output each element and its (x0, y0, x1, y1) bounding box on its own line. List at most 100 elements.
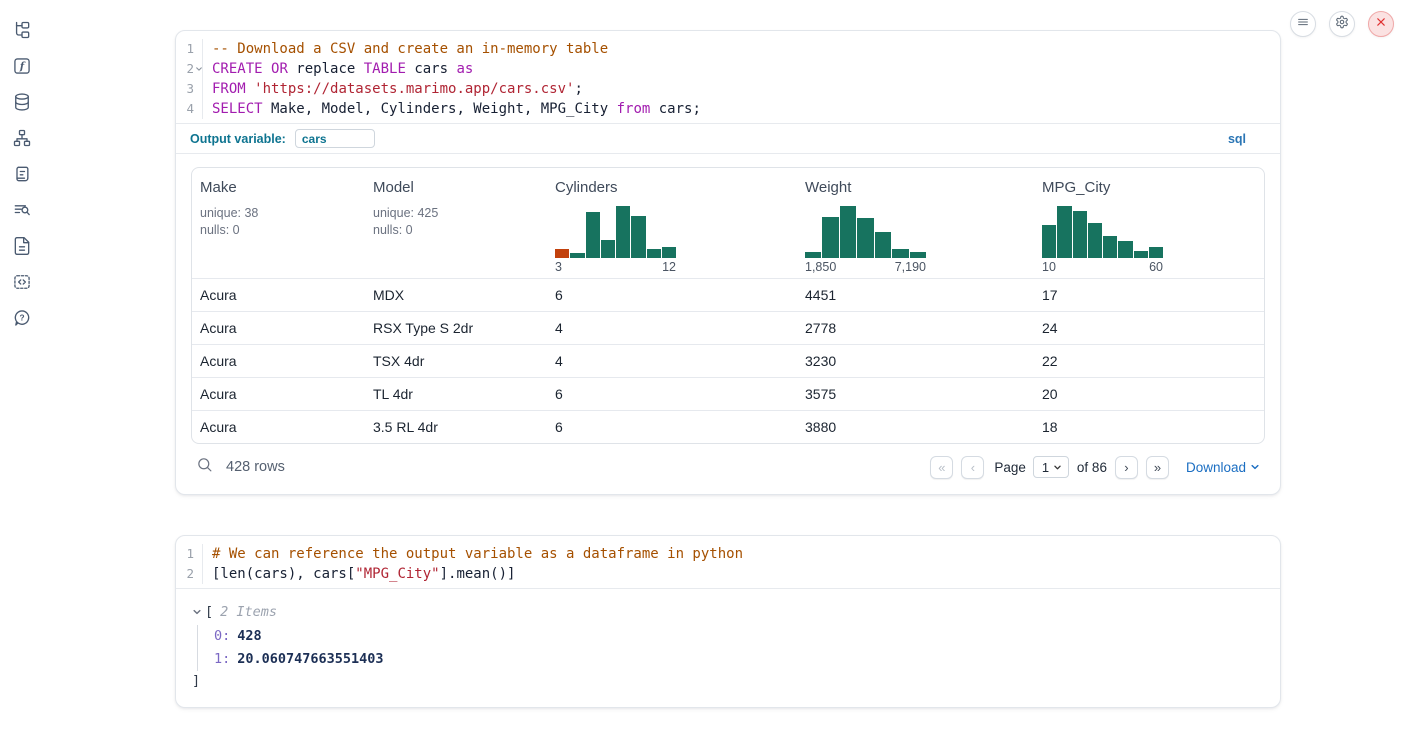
column-header-mpg-city[interactable]: MPG_City 10 60 (1034, 168, 1265, 278)
column-header-make[interactable]: Make unique: 38 nulls: 0 (192, 168, 365, 278)
code-line[interactable]: 1 # We can reference the output variable… (176, 544, 1280, 564)
svg-text:?: ? (19, 312, 24, 322)
column-header-weight[interactable]: Weight 1,850 7,190 (797, 168, 1034, 278)
file-explorer-tree-icon (12, 20, 32, 45)
sidebar: f ? (0, 0, 44, 729)
tree-entry: 1: 20.060747663551403 (214, 648, 1264, 671)
fold-chevron-icon[interactable] (195, 65, 203, 73)
topbar-actions (1290, 11, 1394, 37)
sidebar-item-documentation[interactable] (11, 237, 33, 259)
cell-cylinders: 6 (547, 386, 797, 402)
download-label: Download (1186, 460, 1246, 475)
sidebar-item-help[interactable]: ? (11, 309, 33, 331)
entry-value: 20.060747663551403 (237, 651, 383, 667)
settings-button[interactable] (1329, 11, 1355, 37)
line-number: 1 (176, 39, 203, 59)
mpg-city-histogram (1042, 206, 1163, 258)
sidebar-item-file-explorer[interactable] (11, 21, 33, 43)
first-page-button[interactable]: « (930, 456, 953, 479)
cell-mpg-city: 22 (1034, 353, 1265, 369)
language-badge: sql (1228, 132, 1246, 146)
code-content: -- Download a CSV and create an in-memor… (203, 39, 608, 59)
cell-model: MDX (365, 287, 547, 303)
column-name: MPG_City (1042, 179, 1258, 196)
database-icon (12, 92, 32, 117)
entry-index: 1: (214, 651, 230, 667)
cell-make: Acura (192, 353, 365, 369)
sql-cell: 1 -- Download a CSV and create an in-mem… (175, 30, 1281, 495)
weight-histogram (805, 206, 926, 258)
line-number: 3 (176, 79, 203, 99)
line-number: 2 (176, 59, 203, 79)
output-variable-label: Output variable: (190, 132, 286, 146)
stat-nulls: nulls: 0 (373, 222, 539, 239)
table-row[interactable]: Acura 3.5 RL 4dr 6 3880 18 (192, 410, 1264, 443)
cell-weight: 4451 (797, 287, 1034, 303)
table-header-row: Make unique: 38 nulls: 0 Model unique: 4… (192, 168, 1264, 278)
output-variable-input[interactable] (295, 129, 375, 148)
row-count: 428 rows (226, 459, 285, 475)
cell-make: Acura (192, 386, 365, 402)
python-code-editor[interactable]: 1 # We can reference the output variable… (176, 536, 1280, 588)
cell-model: RSX Type S 2dr (365, 320, 547, 336)
collapse-chevron-icon[interactable] (192, 607, 202, 617)
page-select[interactable]: 1 (1033, 456, 1069, 478)
sidebar-item-scratchpad[interactable] (11, 165, 33, 187)
code-line[interactable]: 4 SELECT Make, Model, Cylinders, Weight,… (176, 99, 1280, 119)
last-page-button[interactable]: » (1146, 456, 1169, 479)
menu-icon (1296, 15, 1310, 34)
file-text-icon (12, 236, 32, 261)
tree-entry: 0:428 (214, 625, 1264, 648)
next-page-button[interactable]: › (1115, 456, 1138, 479)
column-name: Make (200, 179, 357, 196)
page-total-label: of 86 (1077, 460, 1107, 475)
code-line[interactable]: 1 -- Download a CSV and create an in-mem… (176, 39, 1280, 59)
column-stats: unique: 38 nulls: 0 (200, 205, 357, 239)
histogram-axis: 10 60 (1042, 260, 1163, 278)
page-select-value: 1 (1042, 460, 1049, 475)
column-name: Weight (805, 179, 1026, 196)
axis-max: 7,190 (895, 260, 926, 274)
column-header-model[interactable]: Model unique: 425 nulls: 0 (365, 168, 547, 278)
code-line[interactable]: 3 FROM 'https://datasets.marimo.app/cars… (176, 79, 1280, 99)
table-row[interactable]: Acura TSX 4dr 4 3230 22 (192, 344, 1264, 377)
code-content: FROM 'https://datasets.marimo.app/cars.c… (203, 79, 583, 99)
column-name: Cylinders (555, 179, 789, 196)
line-number: 4 (176, 99, 203, 119)
search-button[interactable] (196, 456, 213, 478)
table-row[interactable]: Acura MDX 6 4451 17 (192, 278, 1264, 311)
help-bubble-icon: ? (12, 308, 32, 333)
column-header-cylinders[interactable]: Cylinders 3 12 (547, 168, 797, 278)
cell-make: Acura (192, 419, 365, 435)
dependency-graph-icon (12, 128, 32, 153)
axis-min: 10 (1042, 260, 1056, 274)
entry-value: 428 (237, 628, 261, 644)
output-variable-row: Output variable: sql (176, 123, 1280, 154)
prev-page-button[interactable]: ‹ (961, 456, 984, 479)
code-line[interactable]: 2 [len(cars), cars["MPG_City"].mean()] (176, 564, 1280, 584)
cell-model: TL 4dr (365, 386, 547, 402)
code-line[interactable]: 2 CREATE OR replace TABLE cars as (176, 59, 1280, 79)
cell-cylinders: 4 (547, 320, 797, 336)
page-label: Page (994, 460, 1026, 475)
table-row[interactable]: Acura RSX Type S 2dr 4 2778 24 (192, 311, 1264, 344)
sidebar-item-snippets[interactable] (11, 273, 33, 295)
close-icon (1374, 15, 1388, 34)
close-button[interactable] (1368, 11, 1394, 37)
cell-cylinders: 6 (547, 287, 797, 303)
sidebar-item-logs[interactable] (11, 201, 33, 223)
cell-cylinders: 4 (547, 353, 797, 369)
scroll-icon (12, 164, 32, 189)
sidebar-item-datasources[interactable] (11, 93, 33, 115)
sidebar-item-dependency-graph[interactable] (11, 129, 33, 151)
tree-entries: 0:428 1: 20.060747663551403 (197, 625, 1264, 671)
table-footer: 428 rows « ‹ Page 1 of 86 › » Download (191, 444, 1265, 490)
table-row[interactable]: Acura TL 4dr 6 3575 20 (192, 377, 1264, 410)
functions-icon: f (12, 56, 32, 81)
menu-button[interactable] (1290, 11, 1316, 37)
download-button[interactable]: Download (1186, 460, 1260, 475)
column-name: Model (373, 179, 539, 196)
sql-code-editor[interactable]: 1 -- Download a CSV and create an in-mem… (176, 31, 1280, 123)
sidebar-item-functions[interactable]: f (11, 57, 33, 79)
code-content: [len(cars), cars["MPG_City"].mean()] (203, 564, 515, 584)
